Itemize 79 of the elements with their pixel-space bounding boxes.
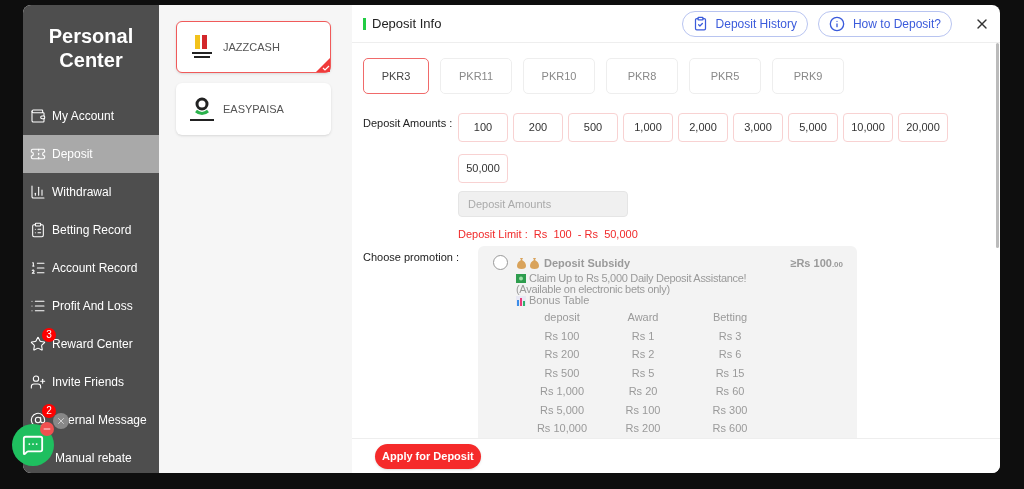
table-cell-text: Rs 5: [630, 365, 656, 381]
table-cell-text: Rs 300: [711, 402, 749, 418]
banknote-icon: [516, 274, 526, 283]
currency-tab[interactable]: PKR8: [606, 58, 678, 94]
table-cell-text: Rs 5,000: [539, 402, 585, 418]
amount-option[interactable]: 1,000: [623, 113, 673, 142]
radio-button[interactable]: [493, 254, 508, 270]
table-title: Bonus Table: [529, 295, 590, 306]
selected-corner-icon: [316, 58, 330, 72]
amount-option[interactable]: 3,000: [733, 113, 783, 142]
sidebar-item[interactable]: Withdrawal: [23, 173, 159, 211]
column-header: Betting: [711, 310, 749, 325]
minimum-amount: ≥Rs 100.00: [790, 255, 843, 271]
amount-option[interactable]: 500: [568, 113, 618, 142]
table-cell-text: Rs 10,000: [535, 421, 589, 436]
amount-option[interactable]: 20,000: [898, 113, 948, 142]
bar-chart-icon: [516, 295, 526, 306]
money-bag-icon: [516, 256, 527, 269]
table-cell-text: Rs 3: [717, 328, 743, 344]
sidebar-item[interactable]: Profit And Loss: [23, 287, 159, 325]
table-cell-text: Rs 1,000: [539, 384, 585, 399]
clipboard-icon: [692, 16, 708, 31]
amount-option[interactable]: 5,000: [788, 113, 838, 142]
user-plus-icon: [30, 374, 46, 390]
sidebar-title: Personal Center: [47, 24, 135, 73]
list-icon: [30, 298, 46, 314]
payment-channel-card[interactable]: JAZZCASH: [176, 21, 331, 73]
amount-option[interactable]: 2,000: [678, 113, 728, 142]
list-icon: [30, 260, 46, 276]
sidebar-item[interactable]: Betting Record: [23, 211, 159, 249]
table-cell-text: Rs 60: [714, 384, 746, 399]
amount-option[interactable]: 100: [458, 113, 508, 142]
sidebar-item[interactable]: My Account: [23, 97, 159, 135]
currency-tab[interactable]: PKR5: [689, 58, 761, 94]
amount-option[interactable]: 10,000: [843, 113, 893, 142]
sidebar-item[interactable]: Manual rebate: [55, 439, 159, 473]
sidebar-item[interactable]: Invite Friends: [23, 363, 159, 401]
ticket-icon: [30, 146, 46, 162]
table-cell-text: Rs 2: [630, 347, 656, 362]
deposit-limit-text: Deposit Limit : Rs 100 - Rs 50,000: [458, 227, 639, 242]
field-label: Choose promotion :: [363, 249, 460, 265]
panel-title: Deposit Info: [372, 14, 442, 33]
currency-tab[interactable]: PRK9: [772, 58, 844, 94]
amount-option[interactable]: 50,000: [458, 154, 508, 183]
promotion-title: Deposit Subsidy: [544, 255, 631, 271]
sidebar-item[interactable]: Reward Center 3: [23, 325, 159, 363]
currency-tab[interactable]: PKR11: [440, 58, 512, 94]
promotion-text: Claim Up to Rs 5,000 Daily Deposit Assistance!: [529, 273, 747, 284]
amount-option[interactable]: 200: [513, 113, 563, 142]
table-cell-text: Rs 500: [543, 365, 581, 381]
star-icon: [30, 336, 46, 352]
table-cell-text: Rs 100: [543, 328, 581, 344]
promotion-note: (Available on electronic bets only): [516, 284, 670, 295]
table-cell-text: Rs 15: [714, 365, 746, 381]
column-header: Award: [626, 310, 660, 325]
currency-tab[interactable]: PKR3: [363, 58, 429, 94]
accent-bar: [363, 17, 366, 30]
column-header: deposit: [543, 310, 581, 325]
apply-button[interactable]: Apply for Deposit: [375, 443, 481, 469]
table-cell-text: Rs 200: [543, 347, 581, 362]
info-icon: [828, 15, 845, 32]
currency-tab[interactable]: PKR10: [523, 58, 595, 94]
amount-input[interactable]: Deposit Amounts: [458, 191, 628, 217]
table-cell-text: Rs 200: [624, 421, 662, 436]
clipboard-icon: [30, 222, 46, 238]
table-cell-text: Rs 1: [630, 328, 656, 344]
chat-icon: [22, 434, 44, 456]
count-badge: 2: [42, 404, 56, 418]
payment-channel-card[interactable]: EASYPAISA: [176, 83, 331, 135]
table-cell-text: Rs 6: [717, 347, 743, 362]
field-label: Deposit Amounts :: [363, 116, 454, 131]
close-icon: [53, 413, 69, 429]
money-bag-icon: [529, 256, 540, 269]
table-cell-text: Rs 20: [627, 384, 659, 399]
wallet-icon: [30, 108, 46, 124]
sidebar-item[interactable]: Account Record: [23, 249, 159, 287]
bar-chart-icon: [30, 184, 46, 200]
table-cell-text: Rs 100: [624, 402, 662, 418]
table-cell-text: Rs 600: [711, 421, 749, 436]
